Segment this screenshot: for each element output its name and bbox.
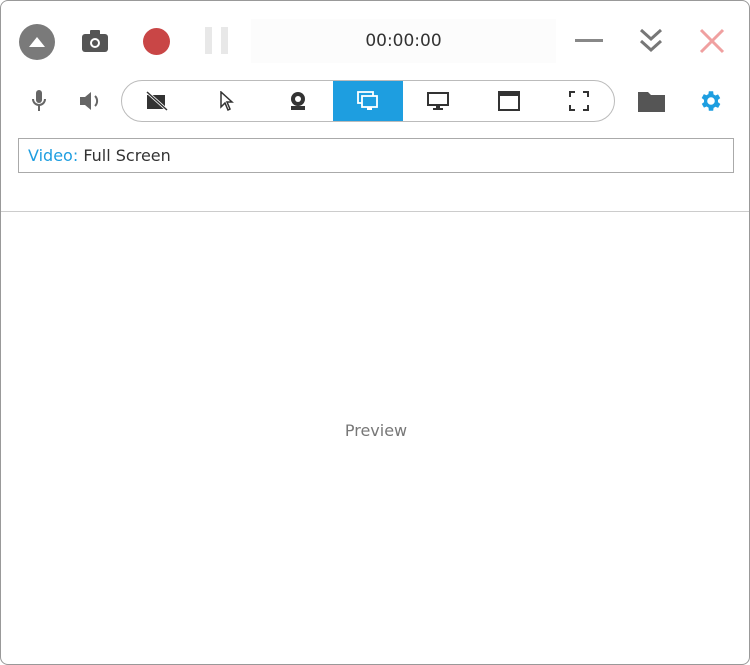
speaker-button[interactable]	[79, 89, 103, 113]
screens-icon	[357, 91, 378, 110]
close-icon	[699, 28, 725, 54]
folder-icon	[637, 92, 665, 112]
camera-icon	[82, 30, 108, 52]
microphone-icon	[32, 90, 46, 111]
source-cursor[interactable]	[192, 81, 262, 121]
cursor-icon	[220, 91, 235, 111]
video-source-selector	[121, 80, 615, 122]
record-button[interactable]	[143, 28, 170, 55]
open-folder-button[interactable]	[637, 90, 665, 112]
settings-button[interactable]	[698, 88, 724, 114]
monitor-icon	[427, 92, 450, 110]
speaker-icon	[80, 92, 99, 110]
minimize-button[interactable]	[575, 31, 603, 51]
fullscreen-icon	[568, 91, 589, 111]
recorder-window: 00:00:00 Video: Full Screen Preview	[0, 0, 750, 665]
timer: 00:00:00	[251, 19, 556, 63]
preview-label: Preview	[344, 421, 408, 440]
gear-icon	[701, 91, 721, 111]
source-window[interactable]	[473, 81, 543, 121]
camera-off-icon	[146, 91, 169, 111]
window-icon	[497, 91, 520, 111]
video-label: Video:	[28, 146, 79, 165]
source-monitor[interactable]	[403, 81, 473, 121]
source-full-screen[interactable]	[544, 81, 614, 121]
microphone-button[interactable]	[29, 89, 49, 113]
double-chevron-down-icon	[639, 28, 663, 53]
screenshot-button[interactable]	[81, 29, 109, 53]
close-button[interactable]	[698, 27, 726, 55]
collapse-button[interactable]	[19, 24, 55, 60]
video-source-field: Video: Full Screen	[18, 138, 734, 173]
minimize-icon	[575, 39, 603, 42]
source-webcam[interactable]	[263, 81, 333, 121]
source-no-video[interactable]	[122, 81, 192, 121]
pause-button[interactable]	[205, 27, 229, 54]
webcam-icon	[290, 92, 305, 110]
triangle-up-icon	[29, 37, 45, 47]
minimize-to-tray-button[interactable]	[637, 27, 665, 55]
pause-icon	[205, 27, 228, 54]
divider	[1, 211, 749, 212]
source-screen-region[interactable]	[332, 81, 404, 121]
video-value: Full Screen	[83, 146, 171, 165]
